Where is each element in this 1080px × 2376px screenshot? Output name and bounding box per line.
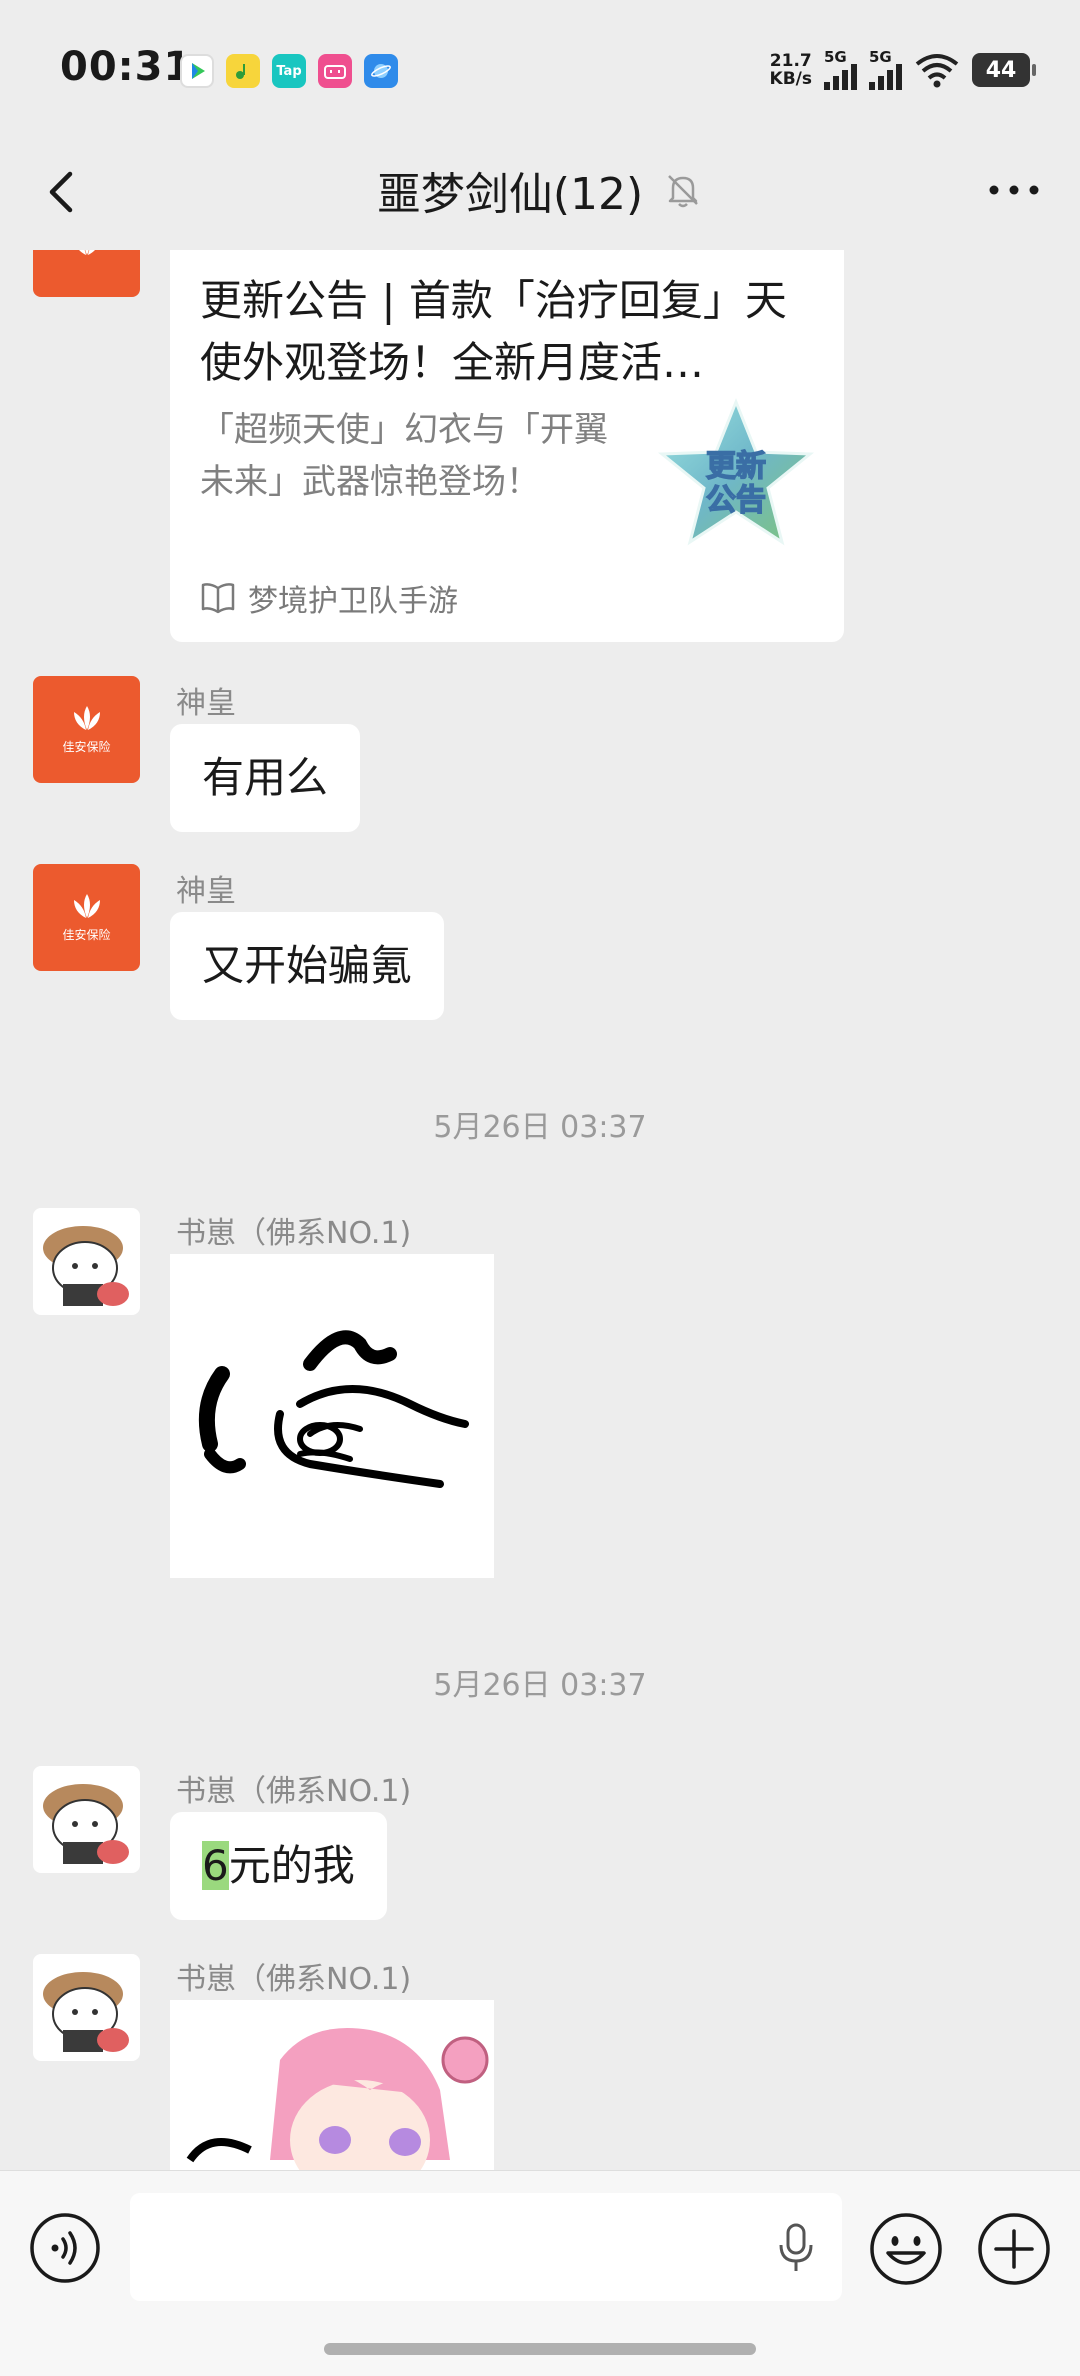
svg-text:更新: 更新	[706, 449, 766, 484]
avatar[interactable]	[33, 250, 140, 297]
chat-screen: 00:31 Tap 21.7 KB/s 5G 5G 44 噩梦剑仙(12) 更新…	[0, 0, 1080, 2376]
shared-article-card[interactable]: 更新公告 | 首款「治疗回复」天使外观登场！全新月度活… 「超频天使」幻衣与「开…	[170, 250, 844, 642]
bilibili-app-icon	[318, 54, 352, 88]
anime-girl-sticker	[186, 2028, 489, 2170]
video-app-icon	[180, 54, 214, 88]
message-bubble[interactable]: 又开始骗氪	[170, 912, 445, 1020]
book-icon	[201, 583, 235, 614]
sender-name: 神皇	[176, 874, 236, 909]
tap-app-icon: Tap	[272, 54, 306, 88]
chat-title: 噩梦剑仙(12)	[376, 169, 644, 220]
sender-name: 书崽（佛系NO.1)	[176, 1216, 412, 1251]
avatar[interactable]	[33, 1766, 140, 1873]
home-indicator[interactable]	[324, 2343, 756, 2355]
chat-header: 噩梦剑仙(12)	[0, 140, 1080, 250]
message-bubble[interactable]: 6元的我	[170, 1812, 387, 1920]
message-list[interactable]: 更新公告 | 首款「治疗回复」天使外观登场！全新月度活… 「超频天使」幻衣与「开…	[0, 250, 1080, 2170]
cat-reading-avatar-icon	[43, 1226, 129, 1306]
card-description: 「超频天使」幻衣与「开翼未来」武器惊艳登场！	[200, 410, 608, 502]
lotus-logo-icon	[73, 706, 100, 730]
avatar[interactable]: 佳安保险	[33, 864, 140, 971]
plus-icon[interactable]	[976, 2211, 1052, 2287]
voice-toggle-icon[interactable]	[28, 2211, 102, 2285]
status-time: 00:31	[60, 44, 193, 90]
timestamp: 5月26日 03:37	[433, 1668, 647, 1703]
timestamp: 5月26日 03:37	[433, 1110, 647, 1145]
music-app-icon	[226, 54, 260, 88]
status-bar: 00:31 Tap 21.7 KB/s 5G 5G 44	[0, 0, 1080, 140]
signal-5g-1: 5G	[824, 50, 857, 90]
hand-wave-sticker	[198, 1330, 469, 1488]
lotus-logo-icon	[79, 250, 94, 255]
notification-icons: Tap	[180, 54, 398, 88]
cat-reading-avatar-icon	[43, 1972, 129, 2052]
message-bubble[interactable]: 有用么	[170, 724, 361, 832]
browser-app-icon	[364, 54, 398, 88]
avatar[interactable]	[33, 1208, 140, 1315]
battery-indicator: 44	[972, 53, 1036, 87]
message-input[interactable]	[130, 2193, 842, 2301]
card-source: 梦境护卫队手游	[200, 576, 458, 620]
input-bar	[0, 2170, 1080, 2376]
status-right: 21.7 KB/s 5G 5G 44	[769, 50, 1036, 90]
chat-title-wrap: 噩梦剑仙(12)	[0, 158, 1080, 222]
sticker-image[interactable]	[170, 1254, 494, 1578]
net-speed: 21.7 KB/s	[769, 51, 812, 89]
avatar-brand-text: 佳安保险	[62, 740, 111, 754]
card-title: 更新公告 | 首款「治疗回复」天使外观登场！全新月度活…	[200, 276, 787, 387]
mute-bell-icon	[668, 175, 699, 208]
highlighted-text: 6	[202, 1841, 229, 1890]
wifi-icon	[915, 54, 959, 88]
avatar-brand-text: 佳安保险	[62, 928, 111, 942]
signal-bars-icon	[824, 64, 857, 90]
microphone-icon[interactable]	[776, 2223, 816, 2273]
sender-name: 书崽（佛系NO.1)	[176, 1774, 412, 1809]
signal-bars-icon	[869, 64, 902, 90]
lotus-logo-icon	[73, 894, 100, 918]
anime-sticker-image[interactable]	[170, 2000, 494, 2170]
sender-name: 神皇	[176, 686, 236, 721]
cat-reading-avatar-icon	[43, 1784, 129, 1864]
sender-name: 书崽（佛系NO.1)	[176, 1962, 412, 1997]
avatar[interactable]	[33, 1954, 140, 2061]
card-thumbnail: 更新 公告	[657, 397, 815, 546]
signal-5g-2: 5G	[869, 50, 902, 90]
emoji-icon[interactable]	[868, 2211, 944, 2287]
avatar[interactable]: 佳安保险	[33, 676, 140, 783]
more-options-icon[interactable]	[982, 170, 1046, 210]
svg-text:公告: 公告	[706, 483, 766, 518]
